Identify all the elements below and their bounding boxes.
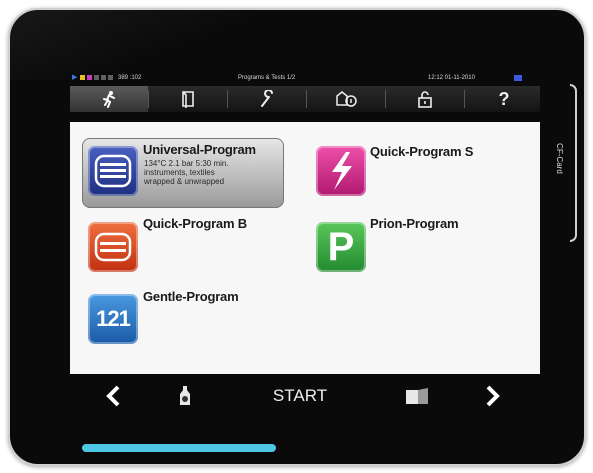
- universal-program-name: Universal-Program: [143, 142, 256, 157]
- quick-program-s-name[interactable]: Quick-Program S: [370, 144, 473, 159]
- screen-title: Programs & Tests 1/2: [238, 75, 296, 81]
- door-button[interactable]: [400, 382, 436, 410]
- quick-program-b-icon[interactable]: [88, 222, 138, 272]
- runner-icon: [103, 91, 115, 108]
- door-icon: [406, 388, 428, 404]
- universal-program-packaging: wrapped & unwrapped: [144, 177, 225, 186]
- accent-light-bar: [82, 444, 276, 452]
- prion-program-name[interactable]: Prion-Program: [370, 216, 459, 231]
- tab-help[interactable]: ?: [465, 86, 543, 112]
- tab-cycle-info[interactable]: [307, 86, 385, 112]
- status-indicator-icon: [94, 75, 99, 80]
- next-button[interactable]: [478, 382, 508, 410]
- cf-card-slot[interactable]: CF-Card: [555, 84, 584, 242]
- prion-icon-letter: P: [327, 224, 355, 269]
- document-icon: [182, 91, 194, 108]
- prion-program-icon[interactable]: P: [316, 222, 366, 272]
- help-icon: ?: [498, 88, 510, 109]
- gentle-icon-number: 121: [96, 306, 131, 331]
- cycle-counter: 389 :102: [118, 75, 142, 81]
- status-bar: ▶ 389 :102 Programs & Tests 1/2 12:12 01…: [68, 72, 538, 84]
- tab-settings[interactable]: [228, 86, 306, 112]
- status-indicator-icon: [87, 75, 92, 80]
- network-icon: [514, 75, 522, 81]
- start-button[interactable]: START: [260, 382, 340, 410]
- quick-program-b-name[interactable]: Quick-Program B: [143, 216, 247, 231]
- universal-program-params: 134°C 2.1 bar 5:30 min.: [144, 159, 229, 168]
- play-indicator-icon: ▶: [72, 74, 78, 81]
- lock-icon: [418, 91, 432, 108]
- bottom-controls: START: [70, 378, 540, 414]
- wrench-icon: [261, 90, 273, 107]
- date-time: 12:12 01-11-2010: [428, 75, 475, 81]
- tab-bar: ?: [70, 86, 540, 112]
- previous-button[interactable]: [98, 382, 128, 410]
- tab-programs[interactable]: [70, 86, 148, 112]
- cf-card-label: CF-Card: [554, 143, 564, 174]
- glass-reflection: [10, 10, 270, 80]
- chevron-left-icon: [106, 385, 120, 407]
- status-indicator-icon: [101, 75, 106, 80]
- program-list: Universal-Program 134°C 2.1 bar 5:30 min…: [70, 122, 540, 374]
- status-indicator-icon: [80, 75, 85, 80]
- cycle-info-icon: [336, 91, 357, 107]
- slot-outline: [570, 84, 577, 242]
- quick-program-s-icon[interactable]: [316, 146, 366, 196]
- gentle-program-icon[interactable]: 121: [88, 294, 138, 344]
- universal-program-icon: [88, 146, 138, 196]
- tab-lock[interactable]: [386, 86, 464, 112]
- water-bottle-icon: [180, 386, 190, 405]
- chevron-right-icon: [486, 385, 500, 407]
- status-indicator-icon: [108, 75, 113, 80]
- gentle-program-name[interactable]: Gentle-Program: [143, 289, 239, 304]
- tab-documents[interactable]: [149, 86, 227, 112]
- bottle-button[interactable]: [170, 382, 200, 410]
- universal-program-load: instruments, textiles: [144, 168, 215, 177]
